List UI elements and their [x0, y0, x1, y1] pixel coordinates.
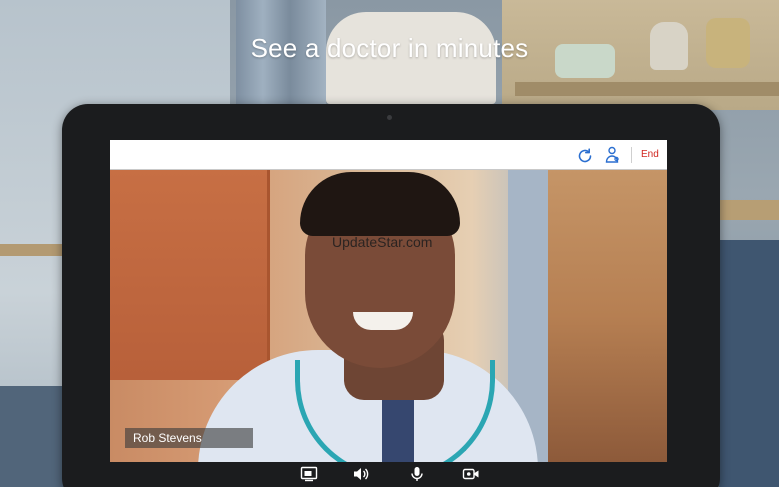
call-top-bar: End	[110, 140, 667, 170]
video-feed: UpdateStar.com Rob Stevens	[110, 170, 667, 462]
speaker-icon[interactable]	[352, 466, 370, 482]
tablet-camera	[387, 115, 392, 120]
participant-name-tag: Rob Stevens	[125, 428, 253, 448]
toolbar-divider	[631, 147, 632, 163]
doctor-smile	[353, 312, 413, 330]
doctor-icon[interactable]	[604, 146, 622, 164]
video-hallway	[548, 170, 667, 462]
end-call-button[interactable]: End	[641, 149, 659, 160]
camera-icon[interactable]	[462, 466, 480, 482]
stethoscope	[295, 360, 495, 462]
background-sofa	[0, 386, 64, 487]
call-controls-bar	[110, 462, 667, 487]
refresh-icon[interactable]	[576, 147, 594, 165]
background-shelf	[0, 244, 62, 256]
background-shelf	[515, 82, 779, 96]
background-sofa	[719, 240, 779, 487]
watermark-text: UpdateStar.com	[332, 234, 433, 250]
microphone-icon[interactable]	[408, 466, 426, 482]
video-cabinet	[110, 170, 270, 380]
headline: See a doctor in minutes	[250, 33, 529, 63]
tablet-screen: End UpdateStar.com Rob Stevens	[110, 140, 667, 487]
screen-share-icon[interactable]	[300, 466, 318, 482]
background-shelf	[719, 200, 779, 220]
doctor-hair	[300, 172, 460, 236]
